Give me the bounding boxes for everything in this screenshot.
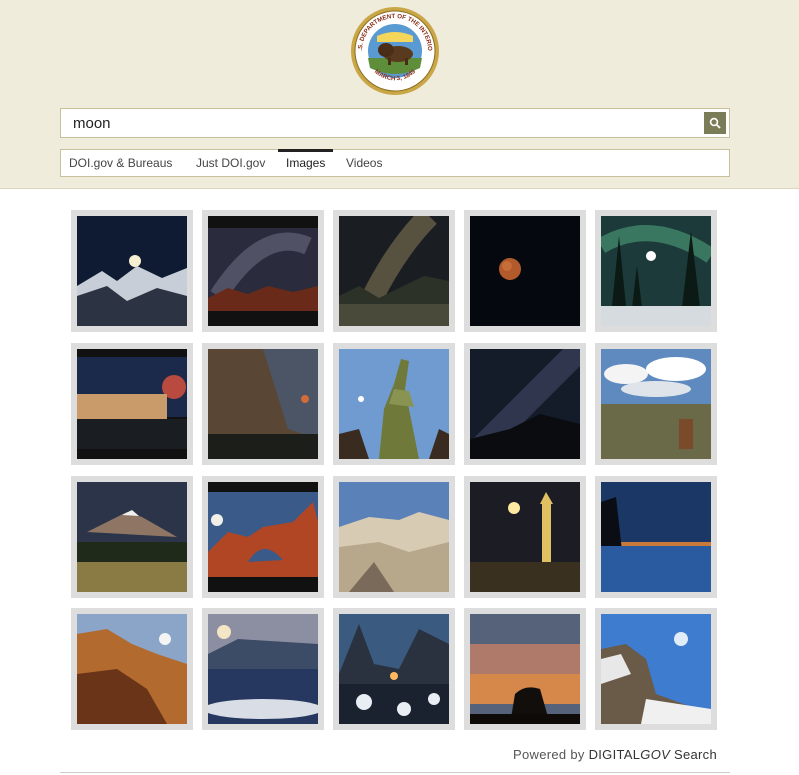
image-result[interactable] xyxy=(333,210,455,332)
image-result[interactable] xyxy=(595,210,717,332)
image-result[interactable] xyxy=(464,476,586,598)
image-result[interactable] xyxy=(202,608,324,730)
search-input[interactable] xyxy=(61,109,701,137)
image-result[interactable] xyxy=(333,343,455,465)
image-result[interactable] xyxy=(464,210,586,332)
image-result[interactable] xyxy=(71,210,193,332)
search-box xyxy=(60,108,730,138)
header: U.S. DEPARTMENT OF THE INTERIOR MARCH 3,… xyxy=(0,0,799,189)
image-result[interactable] xyxy=(202,343,324,465)
search-tabs: DOI.gov & Bureaus Just DOI.gov Images Vi… xyxy=(60,149,730,177)
tab-images[interactable]: Images xyxy=(277,149,334,176)
image-result[interactable] xyxy=(71,608,193,730)
doi-seal-logo[interactable]: U.S. DEPARTMENT OF THE INTERIOR MARCH 3,… xyxy=(350,6,440,96)
digitalgov-search-link[interactable]: DIGITALGOV Search xyxy=(589,747,717,762)
image-result[interactable] xyxy=(595,343,717,465)
image-result[interactable] xyxy=(202,210,324,332)
footer-powered-by: Powered by DIGITALGOV Search xyxy=(513,747,717,762)
powered-by-label: Powered by xyxy=(513,747,585,762)
image-result[interactable] xyxy=(464,608,586,730)
image-result[interactable] xyxy=(595,476,717,598)
image-result[interactable] xyxy=(71,343,193,465)
image-result[interactable] xyxy=(464,343,586,465)
search-icon xyxy=(709,117,721,129)
image-result[interactable] xyxy=(333,476,455,598)
image-result[interactable] xyxy=(595,608,717,730)
tab-just-doi[interactable]: Just DOI.gov xyxy=(196,150,265,176)
image-result[interactable] xyxy=(71,476,193,598)
tab-doi-bureaus[interactable]: DOI.gov & Bureaus xyxy=(69,150,172,176)
footer-divider xyxy=(60,772,730,773)
search-button[interactable] xyxy=(704,112,726,134)
image-result[interactable] xyxy=(333,608,455,730)
tab-videos[interactable]: Videos xyxy=(346,150,382,176)
image-result[interactable] xyxy=(202,476,324,598)
